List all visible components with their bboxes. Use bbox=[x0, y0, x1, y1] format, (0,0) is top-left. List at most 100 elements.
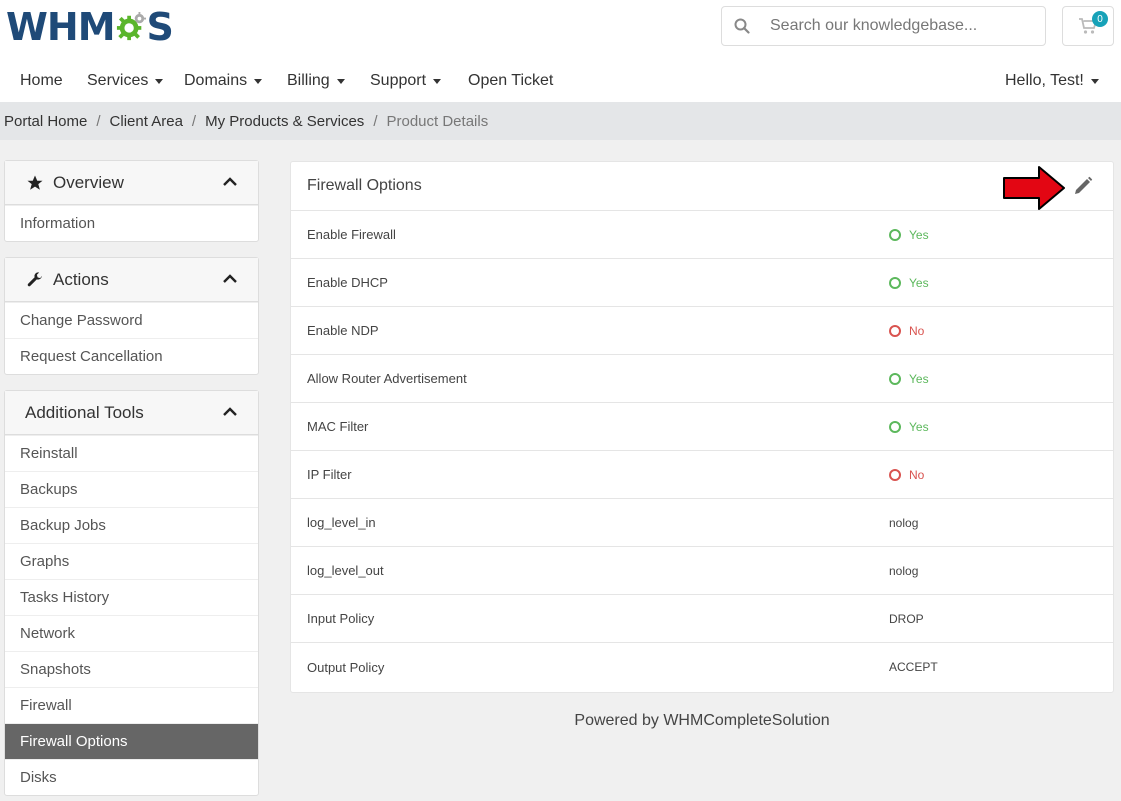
option-label: Output Policy bbox=[307, 659, 385, 675]
sidebar-item-change-password[interactable]: Change Password bbox=[5, 302, 258, 338]
table-row: MAC Filter Yes bbox=[291, 403, 1113, 451]
chevron-up-icon[interactable] bbox=[222, 404, 238, 420]
sidebar-item-reinstall[interactable]: Reinstall bbox=[5, 435, 258, 471]
search-icon bbox=[722, 18, 762, 34]
circle-status-icon bbox=[889, 372, 901, 385]
sidebar-item-network[interactable]: Network bbox=[5, 615, 258, 651]
circle-status-icon bbox=[889, 468, 901, 481]
chevron-up-icon[interactable] bbox=[222, 271, 238, 287]
firewall-options-card: Firewall Options Enable Firewall Yes Ena… bbox=[290, 161, 1114, 693]
panel-header-overview[interactable]: Overview bbox=[5, 161, 258, 205]
option-label: Allow Router Advertisement bbox=[307, 371, 467, 386]
sidebar-item-disks[interactable]: Disks bbox=[5, 759, 258, 795]
panel-header-actions[interactable]: Actions bbox=[5, 258, 258, 302]
status-text: Yes bbox=[909, 227, 929, 242]
breadcrumb: Portal Home / Client Area / My Products … bbox=[0, 102, 1121, 140]
caret-down-icon bbox=[1090, 78, 1099, 84]
nav-support[interactable]: Support bbox=[370, 72, 442, 90]
card-title: Firewall Options bbox=[307, 177, 422, 194]
nav-open-ticket-label: Open Ticket bbox=[468, 72, 554, 89]
table-row: Allow Router Advertisement Yes bbox=[291, 355, 1113, 403]
breadcrumb-separator: / bbox=[373, 112, 378, 130]
status-value: No bbox=[889, 468, 924, 482]
option-label: Enable Firewall bbox=[307, 227, 396, 242]
sidebar-panel-additional-tools: Additional Tools Reinstall Backups Backu… bbox=[4, 390, 259, 796]
table-row: Enable DHCP Yes bbox=[291, 259, 1113, 307]
status-text: No bbox=[909, 323, 925, 338]
table-row: Enable Firewall Yes bbox=[291, 211, 1113, 259]
wrench-icon bbox=[25, 270, 45, 290]
sidebar-item-backup-jobs[interactable]: Backup Jobs bbox=[5, 507, 258, 543]
panel-title: Actions bbox=[53, 269, 109, 289]
circle-status-icon bbox=[889, 276, 901, 289]
panel-header-additional-tools[interactable]: Additional Tools bbox=[5, 391, 258, 435]
circle-status-icon bbox=[889, 228, 901, 241]
option-label: Input Policy bbox=[307, 611, 375, 626]
option-value: nolog bbox=[889, 515, 919, 530]
star-icon bbox=[25, 173, 45, 193]
circle-status-icon bbox=[889, 420, 901, 433]
nav-user-menu[interactable]: Hello, Test! bbox=[1005, 72, 1099, 90]
status-value: No bbox=[889, 324, 924, 338]
knowledgebase-search[interactable] bbox=[721, 6, 1046, 46]
sidebar-item-graphs[interactable]: Graphs bbox=[5, 543, 258, 579]
status-text: No bbox=[909, 467, 925, 482]
option-label: log_level_out bbox=[307, 563, 384, 578]
breadcrumb-portal-home[interactable]: Portal Home bbox=[4, 113, 87, 130]
sidebar-panel-actions: Actions Change Password Request Cancella… bbox=[4, 257, 259, 375]
breadcrumb-client-area[interactable]: Client Area bbox=[110, 113, 183, 130]
option-value: ACCEPT bbox=[889, 660, 938, 674]
sidebar-item-request-cancellation[interactable]: Request Cancellation bbox=[5, 338, 258, 374]
whmcs-logo[interactable]: WHM S bbox=[6, 5, 174, 49]
caret-down-icon bbox=[433, 78, 442, 84]
table-row: log_level_in nolog bbox=[291, 499, 1113, 547]
search-input[interactable] bbox=[770, 17, 1040, 35]
status-text: Yes bbox=[909, 371, 929, 386]
option-label: log_level_in bbox=[307, 515, 376, 530]
sidebar-item-firewall[interactable]: Firewall bbox=[5, 687, 258, 723]
nav-domains[interactable]: Domains bbox=[184, 72, 263, 90]
sidebar-item-tasks-history[interactable]: Tasks History bbox=[5, 579, 258, 615]
nav-home[interactable]: Home bbox=[20, 72, 63, 90]
table-row: Input Policy DROP bbox=[291, 595, 1113, 643]
nav-billing-label: Billing bbox=[287, 72, 330, 89]
status-text: Yes bbox=[909, 275, 929, 290]
status-value: Yes bbox=[889, 228, 929, 242]
sidebar-item-backups[interactable]: Backups bbox=[5, 471, 258, 507]
status-value: Yes bbox=[889, 420, 929, 434]
caret-down-icon bbox=[254, 78, 263, 84]
breadcrumb-products-services[interactable]: My Products & Services bbox=[205, 113, 364, 130]
sidebar-item-information[interactable]: Information bbox=[5, 205, 258, 241]
nav-open-ticket[interactable]: Open Ticket bbox=[468, 72, 553, 90]
table-row: Output Policy ACCEPT bbox=[291, 643, 1113, 691]
sidebar-item-firewall-options[interactable]: Firewall Options bbox=[5, 723, 258, 759]
gear-logo-icon bbox=[116, 12, 146, 41]
breadcrumb-separator: / bbox=[191, 112, 197, 130]
table-row: IP Filter No bbox=[291, 451, 1113, 499]
status-value: Yes bbox=[889, 372, 929, 386]
main-nav: Home Services Domains Billing Support Op… bbox=[0, 62, 1121, 102]
nav-billing[interactable]: Billing bbox=[287, 72, 345, 90]
sidebar-panel-overview: Overview Information bbox=[4, 160, 259, 242]
option-value: nolog bbox=[889, 563, 919, 578]
logo-text-left: WHM bbox=[6, 5, 116, 49]
chevron-up-icon[interactable] bbox=[222, 174, 238, 190]
status-text: Yes bbox=[909, 419, 929, 434]
logo-text-right: S bbox=[146, 5, 174, 49]
nav-services-label: Services bbox=[87, 72, 149, 89]
breadcrumb-current: Product Details bbox=[386, 112, 489, 130]
option-label: MAC Filter bbox=[307, 419, 369, 434]
nav-user-label: Hello, Test! bbox=[1005, 72, 1084, 89]
cart-button[interactable]: 0 bbox=[1062, 6, 1114, 46]
table-row: Enable NDP No bbox=[291, 307, 1113, 355]
option-label: Enable NDP bbox=[307, 323, 379, 338]
sidebar-item-snapshots[interactable]: Snapshots bbox=[5, 651, 258, 687]
edit-pencil-icon[interactable] bbox=[1073, 176, 1093, 196]
caret-down-icon bbox=[336, 78, 345, 84]
header: WHM S Search our knowledgebase... 0 Home… bbox=[0, 0, 1121, 102]
option-value: DROP bbox=[889, 611, 924, 626]
option-label: Enable DHCP bbox=[307, 275, 388, 290]
nav-services[interactable]: Services bbox=[87, 72, 164, 90]
option-label: IP Filter bbox=[307, 467, 352, 482]
red-arrow-icon bbox=[1003, 166, 1065, 210]
